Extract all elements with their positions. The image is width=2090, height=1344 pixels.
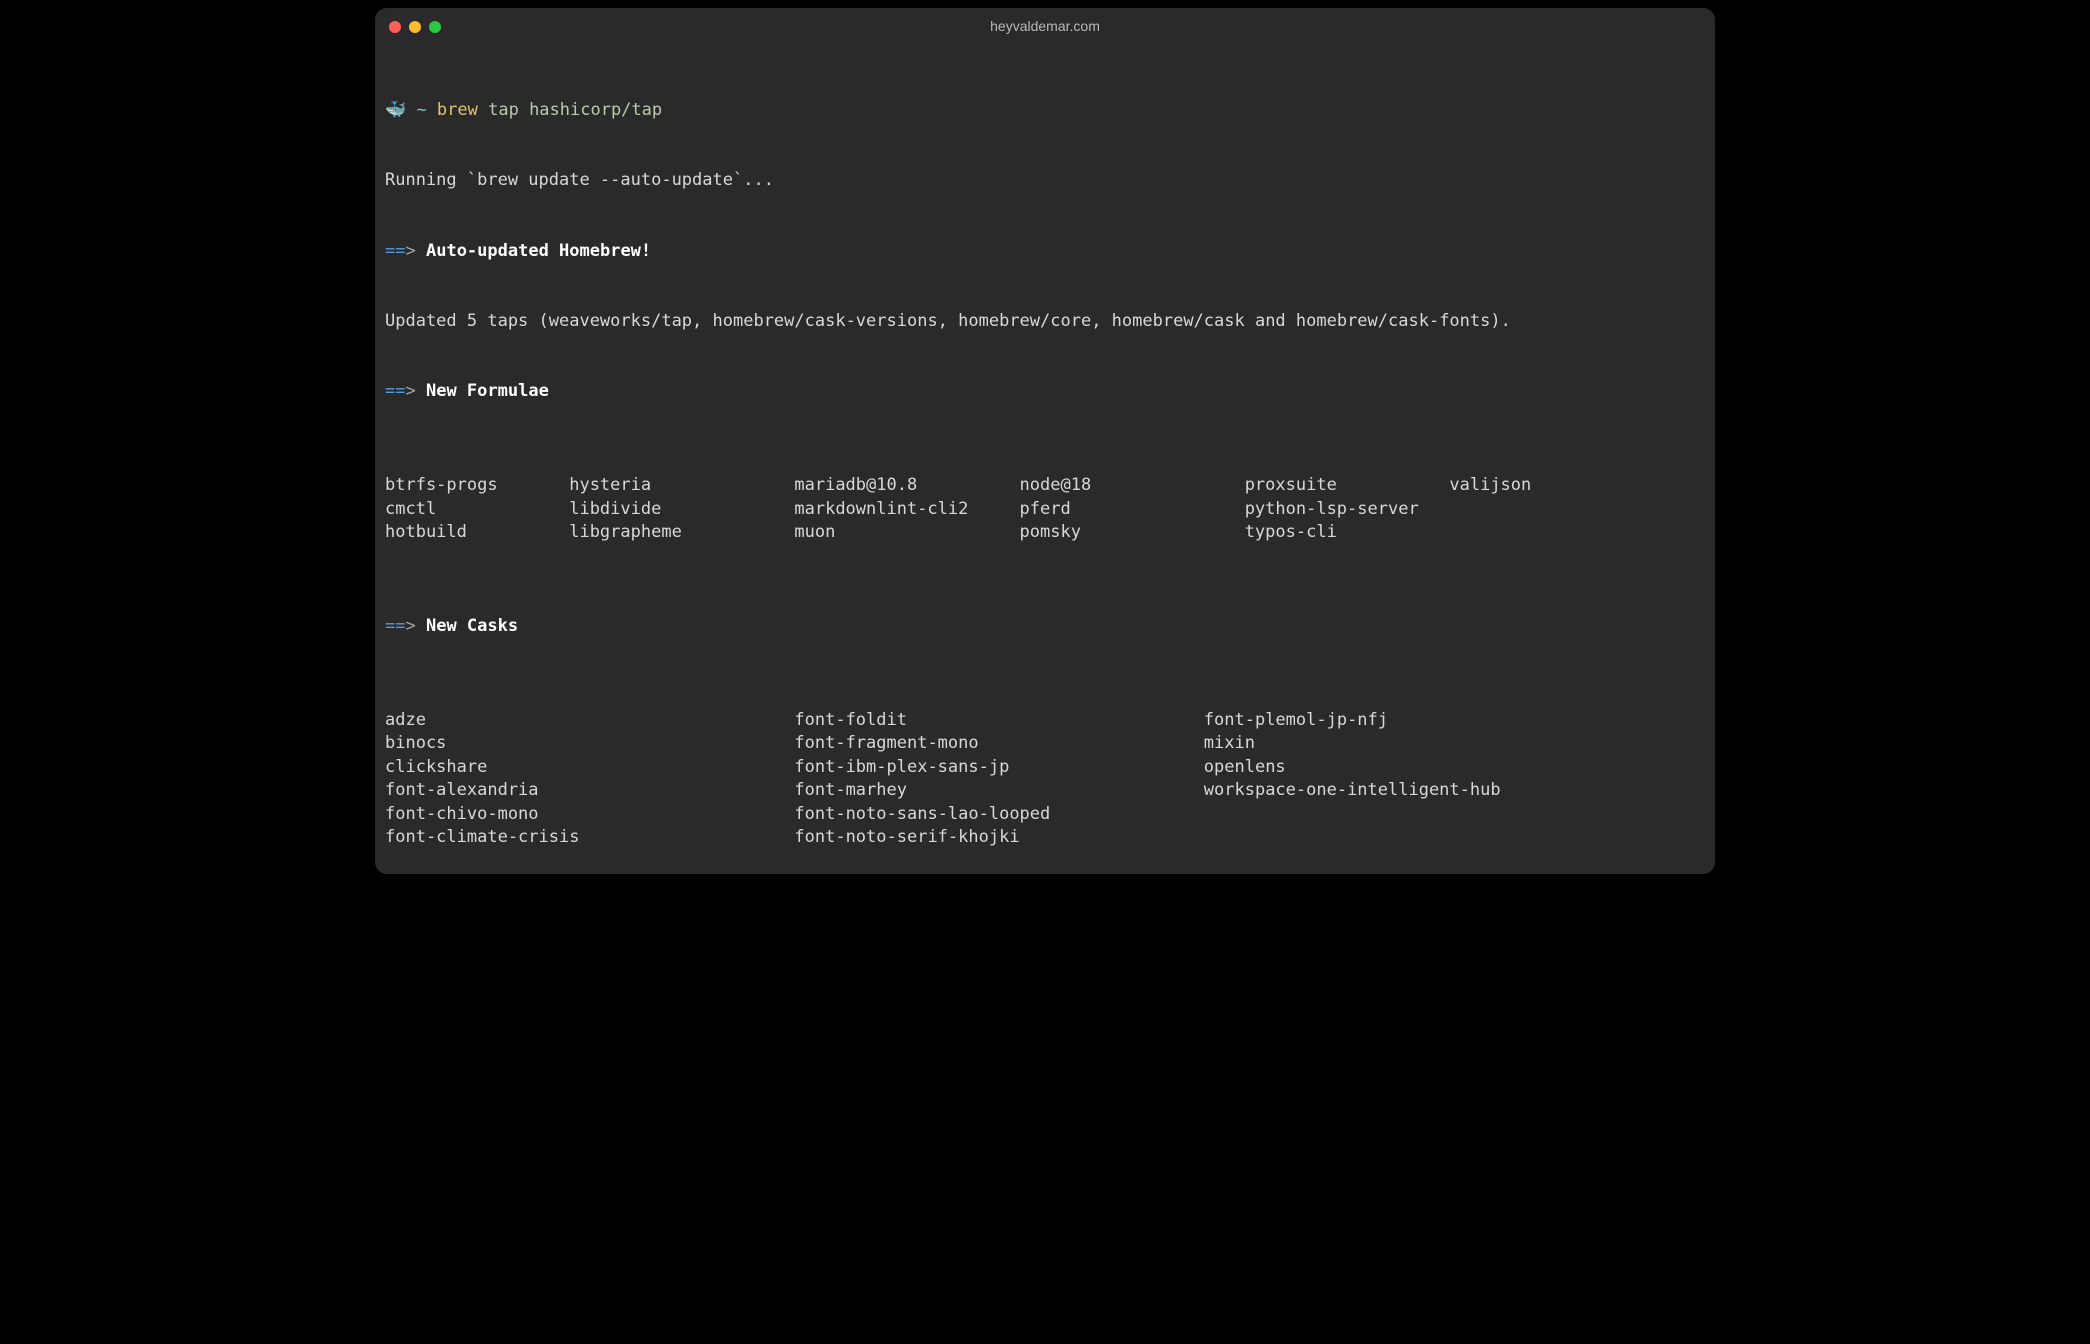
list-row: hotbuildlibgraphememuonpomskytypos-cli [385, 521, 1705, 544]
arrow-icon: == [385, 616, 405, 636]
list-cell: font-plemol-jp-nfj [1204, 709, 1388, 732]
list-cell: markdownlint-cli2 [794, 498, 1019, 521]
window-titlebar: heyvaldemar.com [375, 8, 1715, 46]
arrow-gt-icon: > [405, 616, 415, 636]
list-cell: binocs [385, 732, 794, 755]
command-name: brew [437, 100, 478, 120]
list-cell: hysteria [569, 474, 794, 497]
list-cell: font-noto-sans-lao-looped [794, 803, 1203, 826]
heading-text: New Casks [426, 616, 518, 636]
list-cell: font-noto-serif-khojki [794, 826, 1203, 849]
list-cell: python-lsp-server [1245, 498, 1450, 521]
list-cell: font-chivo-mono [385, 803, 794, 826]
prompt-line: 🐳 ~ brew tap hashicorp/tap [385, 99, 1705, 122]
list-cell: font-alexandria [385, 779, 794, 802]
list-cell: muon [794, 521, 1019, 544]
list-cell: hotbuild [385, 521, 569, 544]
traffic-lights [389, 21, 441, 33]
output-line: Updated 5 taps (weaveworks/tap, homebrew… [385, 310, 1705, 333]
list-row: btrfs-progshysteriamariadb@10.8node@18pr… [385, 474, 1705, 497]
list-cell: mariadb@10.8 [794, 474, 1019, 497]
list-cell: cmctl [385, 498, 569, 521]
list-cell: mixin [1204, 732, 1255, 755]
list-cell: font-climate-crisis [385, 826, 794, 849]
window-title: heyvaldemar.com [990, 17, 1100, 36]
list-row: font-climate-crisisfont-noto-serif-khojk… [385, 826, 1705, 849]
list-cell: proxsuite [1245, 474, 1450, 497]
list-cell: font-marhey [794, 779, 1203, 802]
list-row: cmctllibdividemarkdownlint-cli2pferdpyth… [385, 498, 1705, 521]
output-line: Running `brew update --auto-update`... [385, 169, 1705, 192]
arrow-gt-icon: > [405, 381, 415, 401]
heading-line: ==> New Formulae [385, 380, 1705, 403]
formulae-columns: btrfs-progshysteriamariadb@10.8node@18pr… [385, 474, 1705, 544]
list-row: adzefont-folditfont-plemol-jp-nfj [385, 709, 1705, 732]
minimize-icon[interactable] [409, 21, 421, 33]
list-cell: adze [385, 709, 794, 732]
heading-line: ==> New Casks [385, 615, 1705, 638]
zoom-icon[interactable] [429, 21, 441, 33]
list-cell: libgrapheme [569, 521, 794, 544]
list-cell: libdivide [569, 498, 794, 521]
heading-text: New Formulae [426, 381, 549, 401]
command-args: tap hashicorp/tap [488, 100, 662, 120]
list-cell: clickshare [385, 756, 794, 779]
list-cell: typos-cli [1245, 521, 1450, 544]
terminal-output[interactable]: 🐳 ~ brew tap hashicorp/tap Running `brew… [375, 46, 1715, 874]
list-cell: valijson [1449, 474, 1531, 497]
list-row: font-chivo-monofont-noto-sans-lao-looped [385, 803, 1705, 826]
list-row: font-alexandriafont-marheyworkspace-one-… [385, 779, 1705, 802]
list-cell: font-fragment-mono [794, 732, 1203, 755]
arrow-gt-icon: > [405, 241, 415, 261]
prompt-tilde: ~ [416, 100, 426, 120]
list-cell: font-ibm-plex-sans-jp [794, 756, 1203, 779]
arrow-icon: == [385, 241, 405, 261]
arrow-icon: == [385, 381, 405, 401]
list-row: clicksharefont-ibm-plex-sans-jpopenlens [385, 756, 1705, 779]
heading-line: ==> Auto-updated Homebrew! [385, 240, 1705, 263]
list-cell: btrfs-progs [385, 474, 569, 497]
close-icon[interactable] [389, 21, 401, 33]
terminal-window: heyvaldemar.com 🐳 ~ brew tap hashicorp/t… [375, 8, 1715, 874]
list-row: binocsfont-fragment-monomixin [385, 732, 1705, 755]
list-cell: pomsky [1020, 521, 1245, 544]
whale-icon: 🐳 [385, 100, 406, 120]
list-cell: openlens [1204, 756, 1286, 779]
casks-columns: adzefont-folditfont-plemol-jp-nfjbinocsf… [385, 709, 1705, 850]
list-cell: node@18 [1020, 474, 1245, 497]
list-cell: workspace-one-intelligent-hub [1204, 779, 1501, 802]
list-cell: font-foldit [794, 709, 1203, 732]
heading-text: Auto-updated Homebrew! [426, 241, 651, 261]
list-cell: pferd [1020, 498, 1245, 521]
